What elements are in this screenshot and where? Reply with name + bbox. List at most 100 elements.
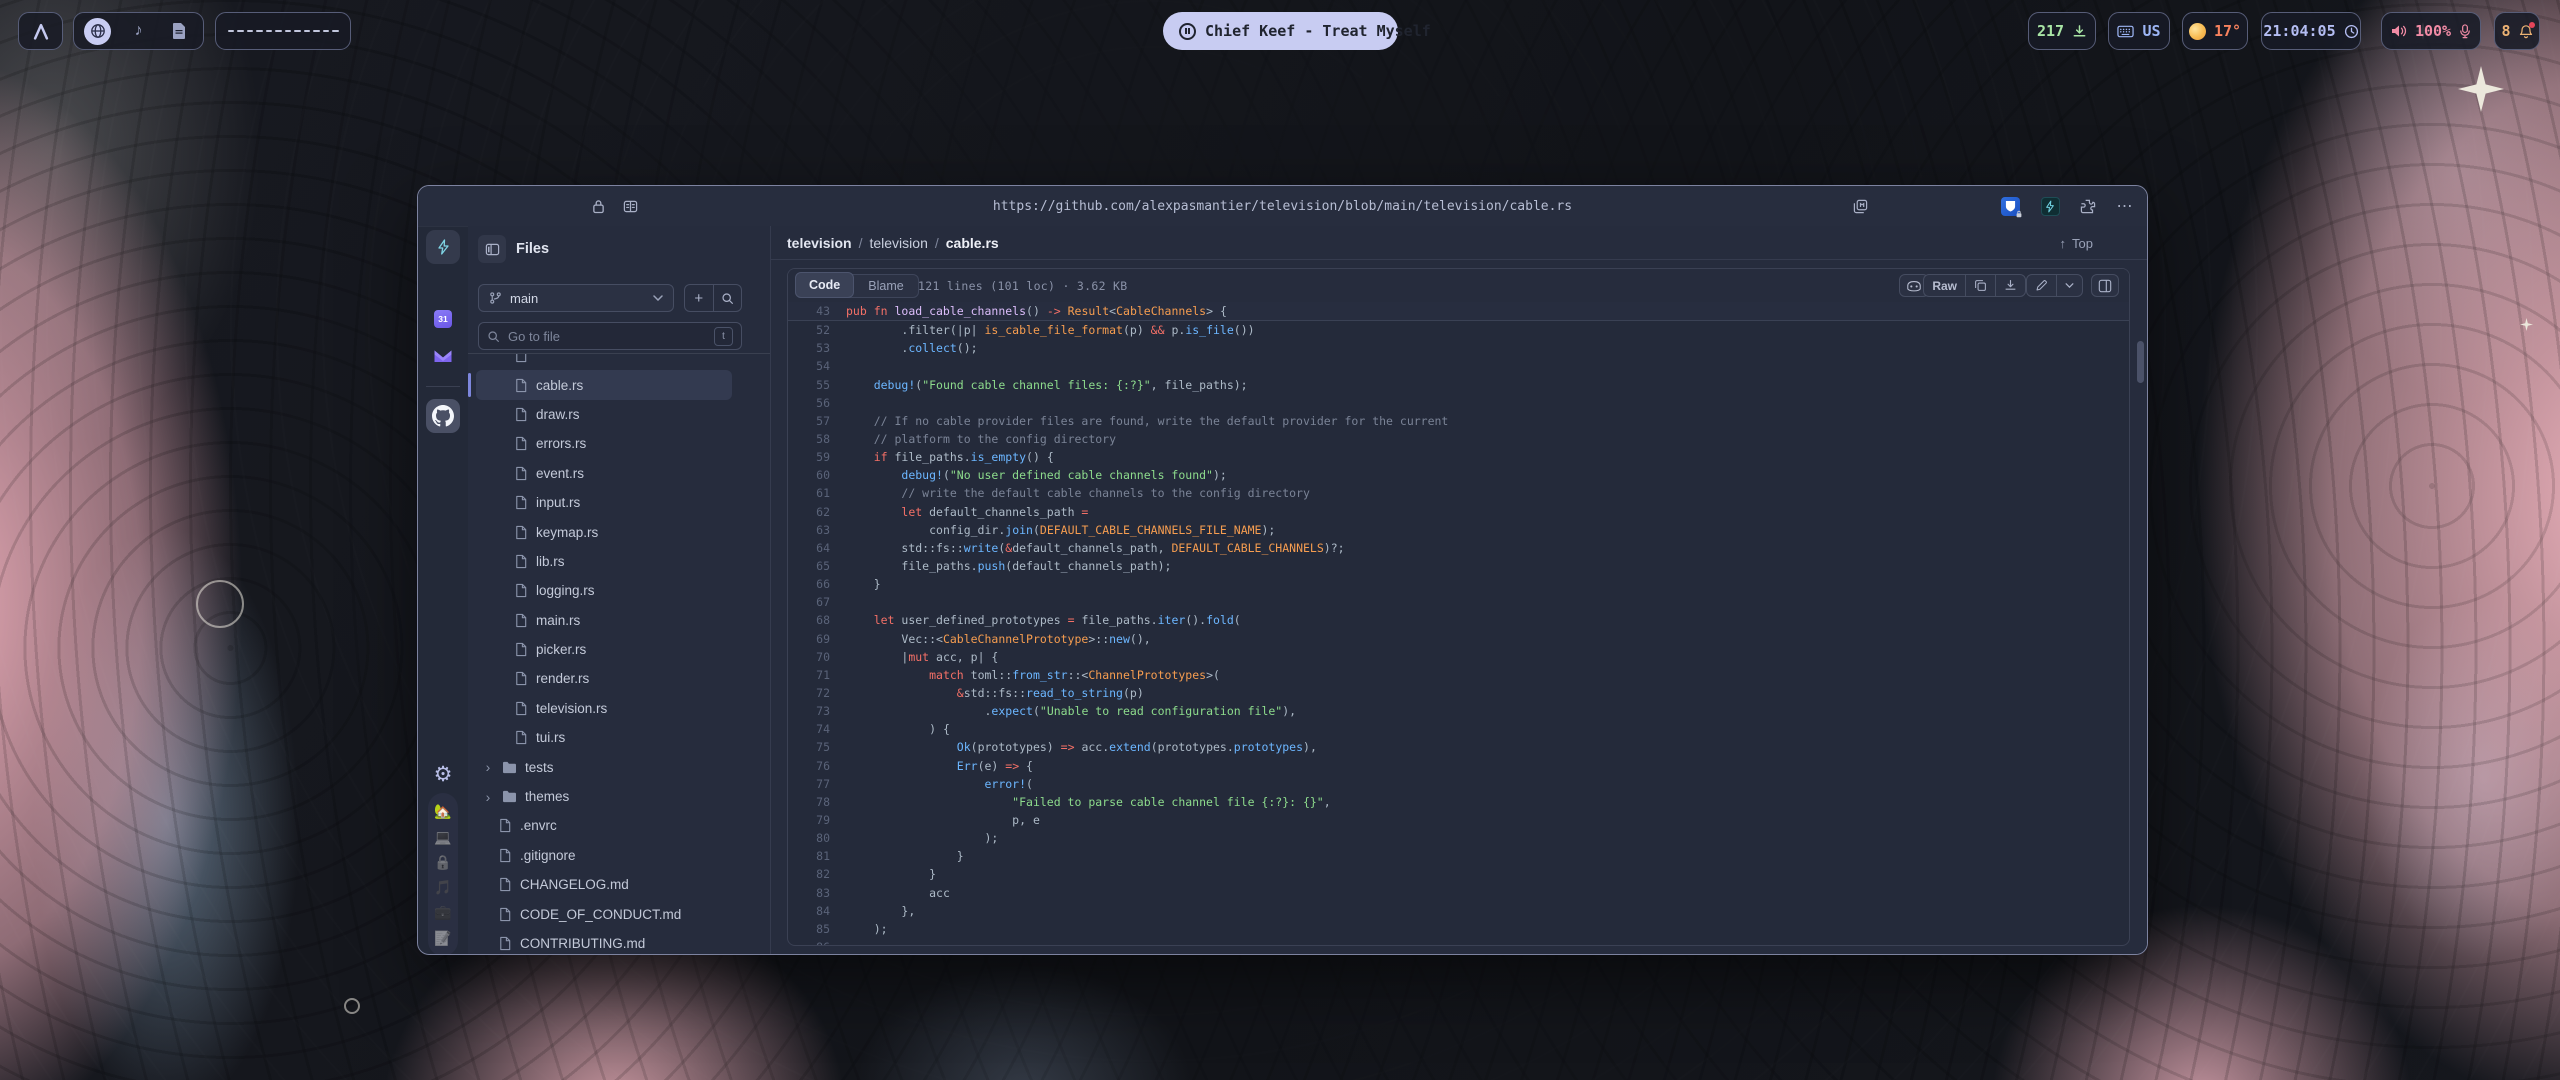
line-number[interactable]: 80 <box>788 829 846 847</box>
code-line[interactable]: 63 config_dir.join(DEFAULT_CABLE_CHANNEL… <box>788 521 2129 539</box>
tree-file-CODE_OF_CONDUCT.md[interactable]: CODE_OF_CONDUCT.md <box>476 899 732 928</box>
code-line-sticky[interactable]: 43pub fn load_cable_channels() -> Result… <box>788 302 2129 321</box>
code-line[interactable]: 73 .expect("Unable to read configuration… <box>788 702 2129 720</box>
bitwarden-extension-icon[interactable] <box>2000 196 2020 216</box>
workspace-emoji[interactable]: 🔒 <box>434 855 451 869</box>
code-line[interactable]: 52 .filter(|p| is_cable_file_format(p) &… <box>788 321 2129 339</box>
edit-pencil-icon[interactable] <box>2027 275 2056 296</box>
page-scrollbar-thumb[interactable] <box>2137 341 2144 383</box>
tree-file-main.rs[interactable]: main.rs <box>476 606 732 635</box>
code-line[interactable]: 55 debug!("Found cable channel files: {:… <box>788 376 2129 394</box>
tree-file-event.rs[interactable]: event.rs <box>476 459 732 488</box>
tree-folder-themes[interactable]: ›themes <box>476 782 732 811</box>
line-number[interactable]: 73 <box>788 702 846 720</box>
updates-widget[interactable]: 217 <box>2028 12 2096 50</box>
tab-code[interactable]: Code <box>795 272 854 298</box>
code-line[interactable]: 68 let user_defined_prototypes = file_pa… <box>788 611 2129 629</box>
line-number[interactable]: 86 <box>788 938 846 946</box>
tree-file-lib.rs[interactable]: lib.rs <box>476 547 732 576</box>
code-line[interactable]: 53 .collect(); <box>788 339 2129 357</box>
code-line[interactable]: 75 Ok(prototypes) => acc.extend(prototyp… <box>788 738 2129 756</box>
line-number[interactable]: 71 <box>788 666 846 684</box>
line-number[interactable]: 52 <box>788 321 846 339</box>
workspace-browser[interactable] <box>81 18 115 45</box>
notifications-widget[interactable]: 8 <box>2494 12 2540 50</box>
line-number[interactable]: 76 <box>788 757 846 775</box>
tree-file-render.rs[interactable]: render.rs <box>476 664 732 693</box>
workspace-emoji[interactable]: 📝 <box>434 931 451 945</box>
line-number[interactable]: 83 <box>788 884 846 902</box>
pinned-tab-calendar[interactable]: 31 <box>426 306 460 332</box>
clock-widget[interactable]: 21:04:05 <box>2261 12 2361 50</box>
branch-selector[interactable]: main <box>478 284 674 312</box>
raw-button[interactable]: Raw <box>1924 275 1965 296</box>
tree-file-draw.rs[interactable]: draw.rs <box>476 400 732 429</box>
code-line[interactable]: 82 } <box>788 865 2129 883</box>
code-line[interactable]: 74 ) { <box>788 720 2129 738</box>
line-number[interactable]: 56 <box>788 394 846 412</box>
tree-file-tui.rs[interactable]: tui.rs <box>476 723 732 752</box>
keyboard-layout-widget[interactable]: US <box>2108 12 2170 50</box>
line-number[interactable]: 69 <box>788 630 846 648</box>
line-number[interactable]: 78 <box>788 793 846 811</box>
breadcrumb-dir[interactable]: television <box>869 235 927 251</box>
workspace-emoji[interactable]: 🎵 <box>434 880 451 894</box>
lightning-extension-icon[interactable] <box>2040 196 2060 216</box>
tree-file-keymap.rs[interactable]: keymap.rs <box>476 517 732 546</box>
line-number[interactable]: 60 <box>788 466 846 484</box>
line-number[interactable]: 57 <box>788 412 846 430</box>
line-number[interactable]: 53 <box>788 339 846 357</box>
symbols-panel-button[interactable] <box>2091 274 2119 297</box>
line-number[interactable]: 61 <box>788 484 846 502</box>
code-line[interactable]: 79 p, e <box>788 811 2129 829</box>
media-widget[interactable]: Chief Keef - Treat Myself <box>1163 12 1398 50</box>
download-raw-icon[interactable] <box>1995 275 2025 296</box>
copy-raw-icon[interactable] <box>1965 275 1995 296</box>
code-line[interactable]: 86 <box>788 938 2129 946</box>
code-line[interactable]: 65 file_paths.push(default_channels_path… <box>788 557 2129 575</box>
tree-file-CONTRIBUTING.md[interactable]: CONTRIBUTING.md <box>476 929 732 954</box>
edit-dropdown-caret[interactable] <box>2056 275 2082 296</box>
workspace-emoji[interactable]: 🏡 <box>434 804 451 818</box>
tree-file-.envrc[interactable]: .envrc <box>476 811 732 840</box>
go-to-file-input[interactable]: Go to file t <box>478 322 742 350</box>
settings-gear-icon[interactable]: ⚙ <box>426 757 460 791</box>
taskbar-panel[interactable] <box>215 12 351 50</box>
tree-file-errors.rs[interactable]: errors.rs <box>476 429 732 458</box>
code-line[interactable]: 57 // If no cable provider files are fou… <box>788 412 2129 430</box>
url-bar[interactable]: https://github.com/alexpasmantier/televi… <box>748 186 1817 226</box>
search-tree-button[interactable] <box>714 285 742 311</box>
line-number[interactable]: 43 <box>788 302 846 320</box>
line-number[interactable]: 70 <box>788 648 846 666</box>
weather-widget[interactable]: 17° <box>2182 12 2248 50</box>
code-line[interactable]: 59 if file_paths.is_empty() { <box>788 448 2129 466</box>
code-line[interactable]: 76 Err(e) => { <box>788 757 2129 775</box>
line-number[interactable]: 62 <box>788 503 846 521</box>
code-line[interactable]: 54 <box>788 357 2129 375</box>
workspace-music[interactable]: ♪ <box>122 22 156 40</box>
line-number[interactable]: 74 <box>788 720 846 738</box>
tree-file-partial[interactable] <box>476 353 732 370</box>
code-line[interactable]: 60 debug!("No user defined cable channel… <box>788 466 2129 484</box>
tree-file-input.rs[interactable]: input.rs <box>476 488 732 517</box>
more-menu-icon[interactable]: ⋯ <box>2115 196 2135 216</box>
tree-folder-tests[interactable]: ›tests <box>476 752 732 781</box>
line-number[interactable]: 84 <box>788 902 846 920</box>
line-number[interactable]: 67 <box>788 593 846 611</box>
active-tab-github[interactable] <box>426 399 460 433</box>
code-line[interactable]: 58 // platform to the config directory <box>788 430 2129 448</box>
line-number[interactable]: 79 <box>788 811 846 829</box>
collapse-sidebar-icon[interactable] <box>478 235 506 263</box>
breadcrumb-repo[interactable]: television <box>787 235 852 251</box>
extensions-puzzle-icon[interactable] <box>2078 196 2098 216</box>
launcher-panel[interactable] <box>18 12 63 50</box>
back-to-top-link[interactable]: ↑ Top <box>2060 226 2093 260</box>
line-number[interactable]: 65 <box>788 557 846 575</box>
code-line[interactable]: 77 error!( <box>788 775 2129 793</box>
code-line[interactable]: 80 ); <box>788 829 2129 847</box>
tree-file-CHANGELOG.md[interactable]: CHANGELOG.md <box>476 870 732 899</box>
code-view[interactable]: 43pub fn load_cable_channels() -> Result… <box>788 302 2129 945</box>
code-line[interactable]: 64 std::fs::write(&default_channels_path… <box>788 539 2129 557</box>
line-number[interactable]: 58 <box>788 430 846 448</box>
site-settings-icon[interactable] <box>620 196 640 216</box>
